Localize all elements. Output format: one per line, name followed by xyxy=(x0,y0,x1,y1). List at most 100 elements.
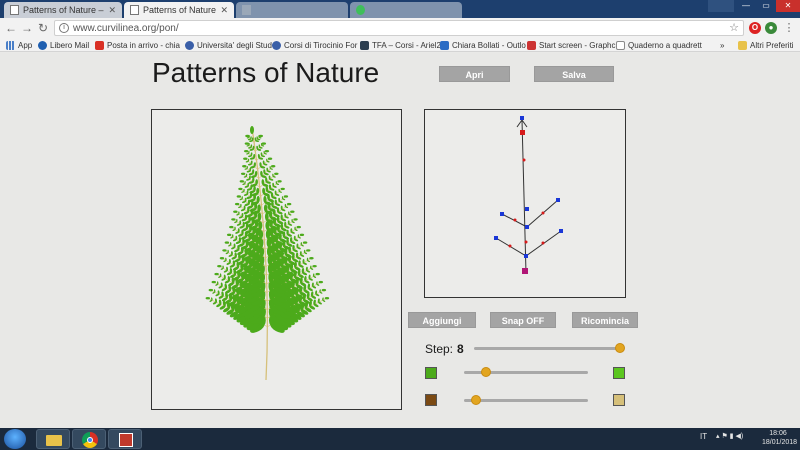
step-slider-handle[interactable] xyxy=(615,343,625,353)
file-explorer-icon[interactable] xyxy=(36,429,70,449)
fern-leaflet xyxy=(234,202,240,206)
bookmark-universita[interactable]: Universita' degli Stud xyxy=(185,39,272,51)
bookmark-quaderno[interactable]: Quaderno a quadrett xyxy=(616,39,702,51)
step-value: 8 xyxy=(457,342,464,356)
bookmark-star-icon[interactable]: ☆ xyxy=(729,21,739,34)
fern-leaflet xyxy=(231,218,236,221)
fern-leaflet xyxy=(302,241,308,244)
fern-leaflet xyxy=(243,149,249,153)
outlook-icon xyxy=(440,40,449,50)
control-point xyxy=(524,254,528,258)
fern-leaflet xyxy=(312,264,317,268)
university-icon xyxy=(272,40,281,50)
tab-title: Patterns of Nature - Cre xyxy=(143,5,217,15)
language-indicator[interactable]: IT xyxy=(700,432,707,441)
close-tab-icon[interactable]: ✕ xyxy=(220,5,228,16)
forward-icon[interactable]: → xyxy=(20,21,34,35)
stem-color-slider-handle[interactable] xyxy=(471,395,482,405)
bookmarks-bar: App Libero Mail Posta in arrivo - chia U… xyxy=(0,38,800,52)
back-icon[interactable]: ← xyxy=(4,21,18,35)
bookmark-label: Universita' degli Stud xyxy=(197,40,272,50)
fern-leaflet xyxy=(222,249,227,252)
maximize-button[interactable]: ▭ xyxy=(756,0,776,12)
chevron-right-icon: » xyxy=(720,40,725,50)
bookmark-graphc[interactable]: Start screen - Graphc xyxy=(527,39,615,51)
midpoint xyxy=(508,244,512,248)
fern-leaflet xyxy=(321,288,327,292)
bookmark-tfa-corsi[interactable]: TFA – Corsi - Ariel2 xyxy=(360,39,441,51)
page-title: Patterns of Nature xyxy=(152,57,380,88)
open-button[interactable]: Apri xyxy=(439,66,510,82)
tab-3[interactable] xyxy=(236,2,348,18)
app-icon[interactable] xyxy=(108,429,142,449)
chrome-icon[interactable] xyxy=(72,429,106,449)
fern-leaflet xyxy=(293,218,298,221)
save-button[interactable]: Salva xyxy=(534,66,614,82)
tab-patterns-of-nature-1[interactable]: Patterns of Nature – Cur ✕ xyxy=(4,2,122,18)
bookmark-label: Posta in arrivo - chia xyxy=(107,40,180,50)
bookmark-outlook[interactable]: Chiara Bollati - Outlo xyxy=(440,39,526,51)
transform-editor-drawing xyxy=(494,116,563,274)
fern-leaflet xyxy=(296,225,301,229)
tab-strip: Patterns of Nature – Cur ✕ Patterns of N… xyxy=(0,0,800,18)
fern-leaflet xyxy=(277,180,282,183)
fern-leaflet xyxy=(244,142,250,145)
stem-color-swatch[interactable] xyxy=(425,394,437,406)
fern-leaflet xyxy=(306,249,311,252)
leaf-tip-color-swatch[interactable] xyxy=(613,367,625,379)
bookmark-libero-mail[interactable]: Libero Mail xyxy=(38,39,89,51)
leaf-color-swatch[interactable] xyxy=(425,367,437,379)
midpoint xyxy=(541,241,545,245)
close-window-button[interactable]: ✕ xyxy=(776,0,800,12)
other-bookmarks-folder[interactable]: Altri Preferiti xyxy=(738,39,794,51)
opera-extension-icon[interactable]: O xyxy=(749,22,761,34)
tab-patterns-of-nature-2[interactable]: Patterns of Nature - Cre ✕ xyxy=(124,2,234,18)
fern-leaflet xyxy=(258,134,263,138)
info-icon[interactable]: i xyxy=(59,23,69,33)
fern-leaflet xyxy=(267,157,273,160)
bookmark-label: Altri Preferiti xyxy=(750,40,794,50)
graph-icon xyxy=(527,40,536,50)
close-tab-icon[interactable]: ✕ xyxy=(108,5,116,16)
menu-icon[interactable]: ⋮ xyxy=(782,21,796,35)
bookmark-corsi-tirocinio[interactable]: Corsi di Tirocinio For xyxy=(272,39,357,51)
bookmark-apps[interactable]: App xyxy=(6,39,32,51)
fern-canvas[interactable] xyxy=(151,109,402,410)
fern-leaflet xyxy=(243,205,246,210)
bookmark-gmail[interactable]: Posta in arrivo - chia xyxy=(95,39,180,51)
tray-icons[interactable]: ▴ ⚑ ▮ ◀) xyxy=(716,432,743,440)
start-menu-icon[interactable] xyxy=(4,429,26,449)
step-slider-track[interactable] xyxy=(474,347,620,350)
fern-leaflet xyxy=(241,196,243,200)
clock-date: 18/01/2018 xyxy=(762,439,798,446)
gmail-icon xyxy=(95,40,104,50)
clock[interactable]: 18:06 18/01/2018 xyxy=(762,429,798,447)
fern-leaflet xyxy=(217,264,222,268)
step-label: Step: xyxy=(425,342,454,356)
transform-editor-canvas[interactable] xyxy=(424,109,626,298)
bookmark-label: Chiara Bollati - Outlo xyxy=(452,40,526,50)
reload-icon[interactable]: ↻ xyxy=(36,21,50,35)
midpoint xyxy=(524,240,528,244)
extension-icon[interactable]: ● xyxy=(765,22,777,34)
profile-button[interactable] xyxy=(708,0,734,12)
snap-toggle-button[interactable]: Snap OFF xyxy=(490,312,556,328)
bookmark-label: Libero Mail xyxy=(50,40,90,50)
fern-leaflet xyxy=(286,202,292,206)
control-point xyxy=(525,207,529,211)
fern-leaflet xyxy=(233,210,238,213)
leaf-color-slider-handle[interactable] xyxy=(481,367,492,377)
tab-4[interactable] xyxy=(350,2,462,18)
control-point xyxy=(525,225,529,229)
stem-tip-color-swatch[interactable] xyxy=(613,394,625,406)
add-button[interactable]: Aggiungi xyxy=(408,312,476,328)
control-point xyxy=(559,229,563,233)
minimize-button[interactable]: — xyxy=(736,0,756,12)
restart-button[interactable]: Ricomincia xyxy=(572,312,638,328)
fern-leaflet xyxy=(238,187,243,191)
stem-color-slider-track[interactable] xyxy=(464,399,588,402)
fern-leaflet xyxy=(240,172,246,175)
university-icon xyxy=(185,40,194,50)
bookmarks-overflow-button[interactable]: » xyxy=(720,39,724,51)
address-bar[interactable]: i www.curvilinea.org/pon/ ☆ xyxy=(54,20,744,36)
